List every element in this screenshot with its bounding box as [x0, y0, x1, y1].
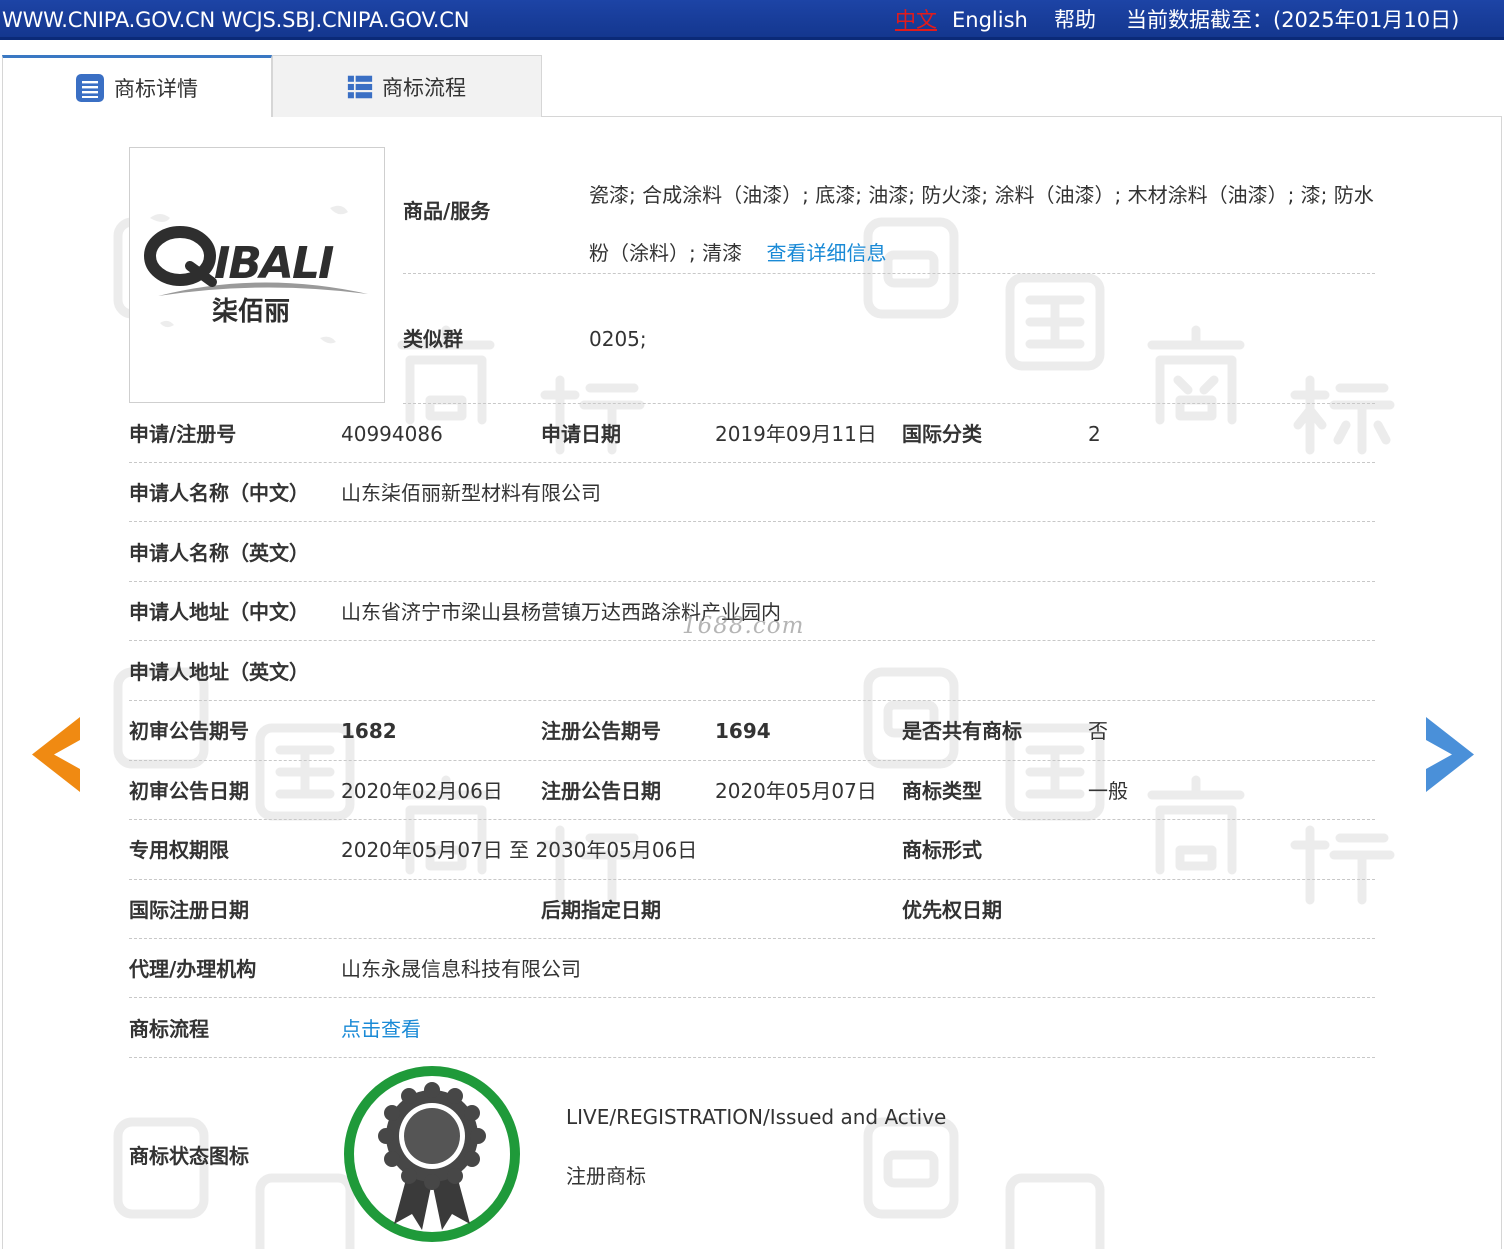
goods-label: 商品/服务	[403, 199, 491, 223]
similar-group-value: 0205;	[589, 327, 647, 351]
tm-type-value: 一般	[1088, 779, 1128, 803]
intl-class-label: 国际分类	[902, 422, 982, 446]
reg-no-value: 40994086	[341, 422, 443, 446]
site-watermark-text: 1688.com	[682, 613, 805, 639]
tab-label: 商标详情	[114, 76, 198, 101]
tab-label: 商标流程	[382, 75, 466, 100]
prelim-no-value: 1682	[341, 719, 397, 743]
agent-label: 代理/办理机构	[129, 957, 257, 981]
apply-date-value: 2019年09月11日	[715, 422, 877, 446]
divider	[129, 521, 1375, 522]
trademark-image: IBALI 柒佰丽	[129, 147, 385, 403]
divider	[129, 581, 1375, 582]
divider	[129, 700, 1375, 701]
list-doc-icon	[76, 73, 104, 102]
divider	[129, 819, 1375, 820]
process-view-link[interactable]: 点击查看	[341, 1016, 421, 1042]
goods-text: 瓷漆; 合成涂料（油漆）; 底漆; 油漆; 防火漆; 涂料（油漆）; 木材涂料（…	[589, 183, 1374, 265]
reg-ann-no-value: 1694	[715, 719, 771, 743]
reg-ann-date-value: 2020年05月07日	[715, 779, 877, 803]
divider	[129, 879, 1375, 880]
apply-date-label: 申请日期	[541, 422, 621, 446]
priority-date-label: 优先权日期	[902, 898, 1002, 922]
reg-ann-date-label: 注册公告日期	[541, 779, 661, 803]
address-en-label: 申请人地址（英文）	[129, 660, 309, 684]
prelim-date-value: 2020年02月06日	[341, 779, 503, 803]
applicant-en-label: 申请人名称（英文）	[129, 541, 309, 565]
reg-no-label: 申请/注册号	[129, 422, 237, 446]
exclusive-period-label: 专用权期限	[129, 838, 229, 862]
divider	[129, 997, 1375, 998]
view-details-link[interactable]: 查看详细信息	[766, 241, 886, 265]
top-bar: WWW.CNIPA.GOV.CN WCJS.SBJ.CNIPA.GOV.CN 中…	[0, 0, 1504, 40]
divider	[129, 640, 1375, 641]
trademark-logo: IBALI 柒佰丽	[144, 205, 368, 344]
shared-label: 是否共有商标	[902, 719, 1022, 743]
agent-value: 山东永晟信息科技有限公司	[341, 957, 581, 981]
registered-badge-icon	[344, 1066, 520, 1242]
applicant-cn-value: 山东柒佰丽新型材料有限公司	[341, 481, 601, 505]
divider	[129, 938, 1375, 939]
reg-ann-no-label: 注册公告期号	[541, 719, 661, 743]
intl-reg-date-label: 国际注册日期	[129, 898, 249, 922]
tab-bar: 商标详情 商标流程	[0, 55, 1504, 117]
table-list-icon	[347, 75, 373, 98]
lang-english-link[interactable]: English	[952, 7, 1028, 33]
later-designation-label: 后期指定日期	[541, 898, 661, 922]
similar-group-label: 类似群	[403, 327, 463, 351]
prelim-no-label: 初审公告期号	[129, 719, 249, 743]
divider	[129, 1057, 1375, 1058]
arrow-left-icon[interactable]	[32, 717, 82, 792]
address-cn-label: 申请人地址（中文）	[129, 600, 309, 624]
status-cn-text: 注册商标	[566, 1164, 646, 1188]
divider	[403, 273, 1375, 274]
arrow-right-icon[interactable]	[1424, 717, 1474, 792]
prelim-date-label: 初审公告日期	[129, 779, 249, 803]
status-label: 商标状态图标	[129, 1144, 249, 1168]
tab-trademark-details[interactable]: 商标详情	[2, 55, 272, 117]
help-link[interactable]: 帮助	[1054, 7, 1096, 33]
lang-chinese-link[interactable]: 中文	[895, 7, 937, 33]
intl-class-value: 2	[1088, 422, 1101, 446]
logo-latin-text: IBALI	[214, 238, 334, 289]
divider	[129, 760, 1375, 761]
exclusive-period-value: 2020年05月07日 至 2030年05月06日	[341, 838, 698, 862]
divider	[129, 462, 1375, 463]
tab-trademark-process[interactable]: 商标流程	[272, 55, 542, 117]
tm-form-label: 商标形式	[902, 838, 982, 862]
data-cutoff-text: 当前数据截至：(2025年01月10日)	[1126, 8, 1460, 32]
logo-chinese-text: 柒佰丽	[212, 297, 290, 327]
process-label: 商标流程	[129, 1017, 209, 1041]
shared-value: 否	[1088, 719, 1108, 743]
applicant-cn-label: 申请人名称（中文）	[129, 481, 309, 505]
goods-value: 瓷漆; 合成涂料（油漆）; 底漆; 油漆; 防火漆; 涂料（油漆）; 木材涂料（…	[589, 166, 1389, 282]
status-en-text: LIVE/REGISTRATION/Issued and Active	[566, 1105, 947, 1129]
tm-type-label: 商标类型	[902, 779, 982, 803]
site-domains: WWW.CNIPA.GOV.CN WCJS.SBJ.CNIPA.GOV.CN	[2, 8, 470, 32]
divider	[403, 403, 1375, 404]
